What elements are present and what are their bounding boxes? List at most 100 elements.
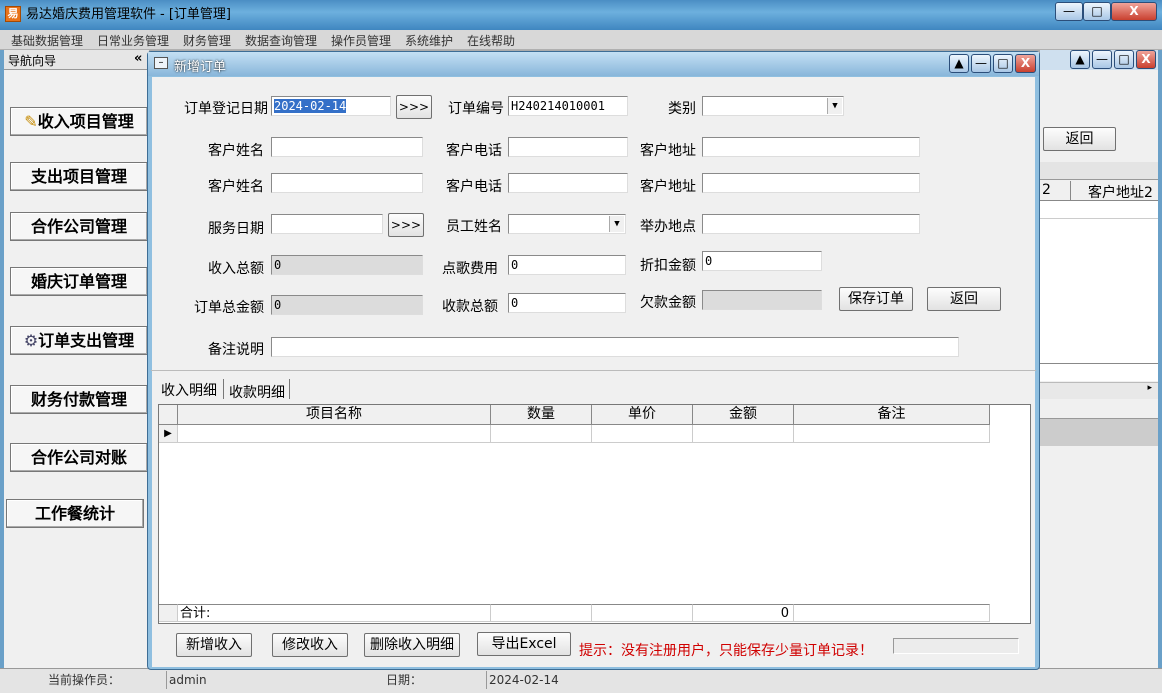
category-select[interactable]: ▼ — [702, 96, 844, 116]
bg-hscrollbar[interactable]: ▸ — [1040, 382, 1158, 399]
nav-income-items-button[interactable]: ✎收入项目管理 — [10, 107, 148, 136]
add-income-button[interactable]: 新增收入 — [176, 633, 252, 657]
menu-basic-data[interactable]: 基础数据管理 — [11, 32, 83, 49]
customer-phone-input-2[interactable] — [508, 173, 628, 193]
income-total-label: 收入总额 — [208, 261, 264, 277]
col-item-name[interactable]: 项目名称 — [178, 405, 491, 425]
maximize-button[interactable]: □ — [1083, 2, 1111, 21]
dialog-up-icon[interactable]: ▲ — [949, 54, 969, 73]
app-subtitle: - [订单管理] — [160, 7, 231, 22]
dialog-system-menu-icon[interactable]: – — [154, 57, 168, 69]
menu-finance[interactable]: 财务管理 — [183, 32, 231, 49]
tab-separator — [289, 379, 290, 399]
nav-header: 导航向导 « — [4, 50, 149, 70]
status-date: 2024-02-14 — [486, 671, 559, 689]
col-amount[interactable]: 金额 — [693, 405, 794, 425]
chevron-down-icon[interactable]: ▼ — [609, 216, 624, 232]
cell-amount[interactable] — [693, 425, 794, 443]
delete-income-detail-button[interactable]: 删除收入明细 — [364, 633, 460, 657]
col-remark[interactable]: 备注 — [794, 405, 990, 425]
customer-name-input-2[interactable] — [271, 173, 423, 193]
minimize-button[interactable]: — — [1055, 2, 1083, 21]
customer-phone-input-1[interactable] — [508, 137, 628, 157]
dialog-minimize-icon[interactable]: — — [971, 54, 991, 73]
menu-help[interactable]: 在线帮助 — [467, 32, 515, 49]
song-fee-label: 点歌费用 — [442, 261, 498, 277]
order-date-picker-button[interactable]: >>> — [396, 95, 432, 119]
customer-address-label-2: 客户地址 — [640, 179, 696, 195]
cell-unit-price[interactable] — [592, 425, 693, 443]
bg-maximize-icon[interactable]: □ — [1114, 50, 1134, 69]
bg-minimize-icon[interactable]: ▲ — [1070, 50, 1090, 69]
tab-receipt-detail[interactable]: 收款明细 — [229, 382, 285, 402]
nav-partner-company-button[interactable]: 合作公司管理 — [10, 212, 148, 241]
customer-name-input-1[interactable] — [271, 137, 423, 157]
customer-address-input-2[interactable] — [702, 173, 920, 193]
remark-label: 备注说明 — [208, 342, 264, 358]
status-operator: admin — [166, 671, 326, 689]
order-date-input[interactable]: 2024-02-14 — [271, 96, 391, 116]
bg-col-divider — [1070, 181, 1071, 201]
remark-input[interactable] — [271, 337, 959, 357]
cell-quantity[interactable] — [491, 425, 592, 443]
order-no-input[interactable]: H240214010001 — [508, 96, 628, 116]
col-unit-price[interactable]: 单价 — [592, 405, 693, 425]
nav-panel — [4, 50, 149, 668]
menu-bar: 基础数据管理 日常业务管理 财务管理 数据查询管理 操作员管理 系统维护 在线帮… — [0, 30, 1162, 50]
employee-label: 员工姓名 — [446, 219, 502, 235]
service-date-picker-button[interactable]: >>> — [388, 213, 424, 237]
nav-expense-items-button[interactable]: 支出项目管理 — [10, 162, 148, 191]
unregistered-hint: 提示：没有注册用户，只能保存少量订单记录！ — [579, 643, 873, 659]
save-order-button[interactable]: 保存订单 — [839, 287, 913, 311]
customer-name-label-1: 客户姓名 — [208, 143, 264, 159]
tabs-divider — [151, 370, 1036, 371]
menu-data-query[interactable]: 数据查询管理 — [245, 32, 317, 49]
dialog-maximize-icon[interactable]: □ — [993, 54, 1013, 73]
nav-wedding-orders-button[interactable]: 婚庆订单管理 — [10, 267, 148, 296]
edit-income-button[interactable]: 修改收入 — [272, 633, 348, 657]
nav-partner-reconcile-button[interactable]: 合作公司对账 — [10, 443, 148, 472]
row-indicator-icon[interactable]: ▶ — [159, 425, 178, 443]
menu-operator[interactable]: 操作员管理 — [331, 32, 391, 49]
discount-label: 折扣金额 — [640, 258, 696, 274]
nav-finance-payment-button[interactable]: 财务付款管理 — [10, 385, 148, 414]
order-total-input: 0 — [271, 295, 423, 315]
received-total-label: 收款总额 — [442, 299, 498, 315]
bg-col-partial: 2 — [1042, 182, 1051, 198]
category-label: 类别 — [668, 101, 696, 117]
menu-daily-business[interactable]: 日常业务管理 — [97, 32, 169, 49]
discount-input[interactable]: 0 — [702, 251, 822, 271]
close-button[interactable]: X — [1111, 2, 1157, 21]
total-row-header — [159, 604, 178, 622]
service-date-input[interactable] — [271, 214, 383, 234]
income-total-input: 0 — [271, 255, 423, 275]
status-operator-label: 当前操作员： — [48, 673, 121, 687]
service-date-label: 服务日期 — [208, 221, 264, 237]
chevron-down-icon[interactable]: ▼ — [827, 98, 842, 114]
bg-return-button[interactable]: 返回 — [1043, 127, 1116, 151]
song-fee-input[interactable]: 0 — [508, 255, 626, 275]
employee-select[interactable]: ▼ — [508, 214, 626, 234]
tab-separator — [223, 379, 224, 399]
export-excel-button[interactable]: 导出Excel — [477, 632, 571, 656]
nav-staff-meal-button[interactable]: 工作餐统计 — [6, 499, 144, 528]
status-date-label: 日期： — [386, 673, 423, 687]
income-detail-grid[interactable]: 项目名称 数量 单价 金额 备注 ▶ 合计: 0 — [158, 404, 1031, 624]
bg-close-icon[interactable]: X — [1136, 50, 1156, 69]
customer-address-input-1[interactable] — [702, 137, 920, 157]
total-amount: 0 — [693, 604, 794, 622]
nav-label: 合作公司对账 — [30, 448, 127, 467]
return-button[interactable]: 返回 — [927, 287, 1001, 311]
venue-label: 举办地点 — [640, 219, 696, 235]
dialog-close-icon[interactable]: X — [1015, 54, 1036, 73]
bg-restore-icon[interactable]: — — [1092, 50, 1112, 69]
nav-collapse-icon[interactable]: « — [134, 51, 142, 66]
menu-system[interactable]: 系统维护 — [405, 32, 453, 49]
venue-input[interactable] — [702, 214, 920, 234]
nav-order-expense-button[interactable]: ⚙订单支出管理 — [10, 326, 148, 355]
cell-remark[interactable] — [794, 425, 990, 443]
tab-income-detail[interactable]: 收入明细 — [161, 380, 217, 400]
cell-item-name[interactable] — [178, 425, 491, 443]
received-total-input[interactable]: 0 — [508, 293, 626, 313]
col-quantity[interactable]: 数量 — [491, 405, 592, 425]
